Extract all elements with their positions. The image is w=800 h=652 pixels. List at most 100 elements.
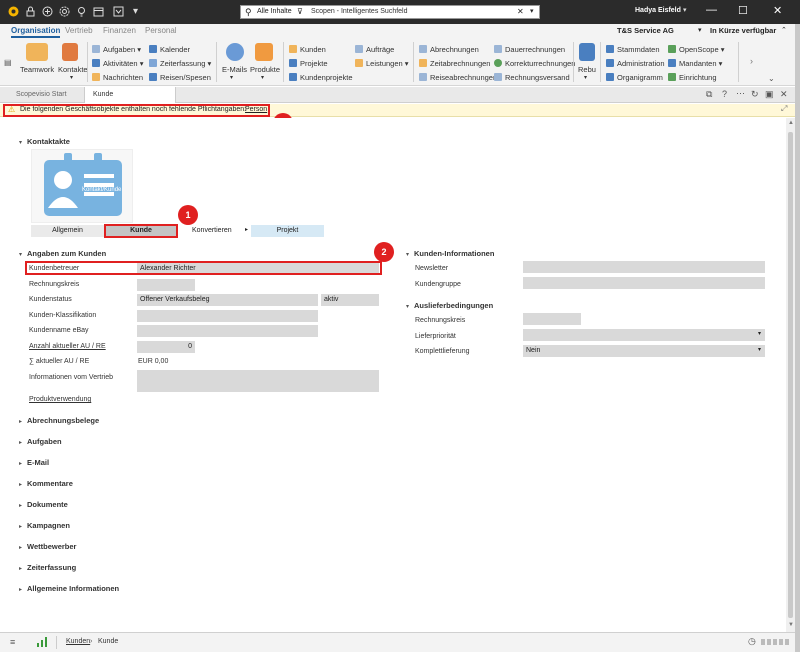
menu-icon[interactable]: ≡ [10,637,15,647]
section-wettbewerber[interactable]: ▸ Wettbewerber [19,542,76,551]
minimize-icon[interactable]: — [706,4,717,16]
newsletter-field[interactable] [523,261,765,273]
organigramm-button[interactable]: Organigramm [606,73,663,82]
rechnungsversand-button[interactable]: Rechnungsversand [494,73,570,82]
teamwork-button[interactable]: Teamwork [20,65,54,74]
maximize-icon[interactable]: ☐ [738,4,748,17]
bulb-icon[interactable] [76,6,87,17]
komplettlieferung-select[interactable]: Nein ▾ [523,345,765,357]
openscope-button[interactable]: OpenScope ▾ [668,45,724,54]
produkte-dropdown-icon[interactable]: ▾ [261,74,264,81]
more-icon[interactable]: ⋯ [736,88,745,99]
section-abrechnungsbelege[interactable]: ▸ Abrechnungsbelege [19,416,99,425]
kontakte-dropdown-icon[interactable]: ▾ [70,74,73,81]
settings-icon[interactable] [59,6,70,17]
help-icon[interactable]: ? [722,89,727,99]
add-icon[interactable] [42,6,53,17]
ribbon-scroll-right-icon[interactable]: › [750,56,753,66]
tab-kunde[interactable]: Kunde [84,87,176,103]
projekte-button[interactable]: Projekte [289,59,328,68]
tab-finanzen[interactable]: Finanzen [103,26,136,35]
rechnungskreis-field[interactable] [137,279,195,291]
user-name[interactable]: Hadya Eisfeld [635,7,681,14]
availability-status[interactable]: In Kürze verfügbar [710,26,776,35]
dropdown-icon[interactable] [113,6,124,17]
tab-personal[interactable]: Personal [145,26,177,35]
scroll-up-icon[interactable]: ▲ [788,120,794,126]
user-menu-icon[interactable]: ▾ [683,6,687,14]
vertical-scrollbar[interactable]: ▲ ▼ [786,118,795,632]
stammdaten-button[interactable]: Stammdaten [606,45,660,54]
clear-search-icon[interactable]: ✕ [517,7,524,16]
ribbon-expand-icon[interactable]: ⌄ [768,74,775,83]
section-angaben[interactable]: ▾ Angaben zum Kunden [19,249,106,258]
close-tab-icon[interactable]: ✕ [780,89,788,100]
section-kontaktakte[interactable]: ▾ Kontaktakte [19,137,70,146]
scroll-down-icon[interactable]: ▼ [788,622,794,628]
timer-icon[interactable]: ◷ [748,636,756,647]
reisen-button[interactable]: Reisen/Spesen [149,73,211,82]
aufgaben-button[interactable]: Aufgaben ▾ [92,45,141,54]
breadcrumb-kunden-link[interactable]: Kunden [66,638,90,645]
anzahl-label[interactable]: Anzahl aktueller AU / RE [29,343,106,350]
ribbon-menu-icon[interactable]: ▤ [4,58,12,67]
ausl-rechnungskreis-field[interactable] [523,313,581,325]
zeitabrechnungen-button[interactable]: Zeitabrechnungen [419,59,490,68]
rebu-dropdown-icon[interactable]: ▾ [584,74,587,81]
projekt-button[interactable]: Projekt [251,225,324,237]
calendar-icon[interactable] [93,6,104,17]
kalender-button[interactable]: Kalender [149,45,190,54]
produktverwendung-label[interactable]: Produktverwendung [29,396,91,403]
auftraege-button[interactable]: Aufträge [355,45,394,54]
save-icon[interactable]: ▣ [765,89,774,100]
reiseabrechnungen-button[interactable]: Reiseabrechnungen [419,73,497,82]
kundenstatus-field[interactable]: Offener Verkaufsbeleg [137,294,318,306]
copy-icon[interactable]: ⧉ [706,89,712,100]
mandanten-button[interactable]: Mandanten ▾ [668,59,722,68]
company-dropdown-icon[interactable]: ▾ [698,26,702,34]
chevron-down-icon[interactable]: ▾ [130,6,141,17]
tab-organisation[interactable]: Organisation [11,26,61,38]
aktivitaeten-button[interactable]: Aktivitäten ▾ [92,59,143,68]
rebu-button[interactable]: Rebu [578,65,596,74]
kontakte-button[interactable]: Kontakte [58,65,88,74]
einrichtung-button[interactable]: Einrichtung [668,73,717,82]
search-box[interactable]: ⚲ Alle Inhalte ⊽ Scopen - Intelligentes … [240,5,540,19]
section-aufgaben[interactable]: ▸ Aufgaben [19,437,62,446]
section-allgemeine-info[interactable]: ▸ Allgemeine Informationen [19,584,119,593]
refresh-icon[interactable]: ↻ [751,89,759,100]
ribbon-collapse-icon[interactable]: ⌃ [781,26,787,34]
administration-button[interactable]: Administration [606,59,665,68]
kundenstatus-state[interactable]: aktiv [321,294,379,306]
kundenprojekte-button[interactable]: Kundenprojekte [289,73,353,82]
lock-icon[interactable] [25,6,36,17]
kunden-button[interactable]: Kunden [289,45,326,54]
section-zeiterfassung[interactable]: ▸ Zeiterfassung [19,563,76,572]
abrechnungen-button[interactable]: Abrechnungen [419,45,479,54]
tab-scopevisio-start[interactable]: Scopevisio Start [8,87,75,103]
scrollbar-thumb[interactable] [788,132,793,618]
leistungen-button[interactable]: Leistungen ▾ [355,59,409,68]
klassifikation-field[interactable] [137,310,318,322]
expand-warning-icon[interactable]: ⤢ [781,104,787,114]
company-selector[interactable]: T&S Service AG [617,26,674,35]
lieferprioritaet-select[interactable]: ▾ [523,329,765,341]
section-kunden-info[interactable]: ▾ Kunden-Informationen [406,249,494,258]
emails-dropdown-icon[interactable]: ▾ [230,74,233,81]
produkte-button[interactable]: Produkte [250,65,280,74]
search-input[interactable]: Scopen - Intelligentes Suchfeld [311,8,408,15]
kundengruppe-field[interactable] [523,277,765,289]
close-window-icon[interactable]: ✕ [773,4,782,17]
section-dokumente[interactable]: ▸ Dokumente [19,500,68,509]
ebay-field[interactable] [137,325,318,337]
section-auslieferung[interactable]: ▾ Auslieferbedingungen [406,301,493,310]
search-scope[interactable]: Alle Inhalte [257,8,292,15]
search-dropdown-icon[interactable]: ▾ [530,7,534,15]
konvertieren-button[interactable]: Konvertieren ▸ [178,225,250,237]
filter-icon[interactable]: ⊽ [297,7,303,16]
info-vertrieb-field[interactable] [137,370,379,392]
dauerrechnungen-button[interactable]: Dauerrechnungen [494,45,565,54]
nachrichten-button[interactable]: Nachrichten [92,73,143,82]
section-email[interactable]: ▸ E-Mail [19,458,49,467]
emails-button[interactable]: E-Mails [222,65,247,74]
